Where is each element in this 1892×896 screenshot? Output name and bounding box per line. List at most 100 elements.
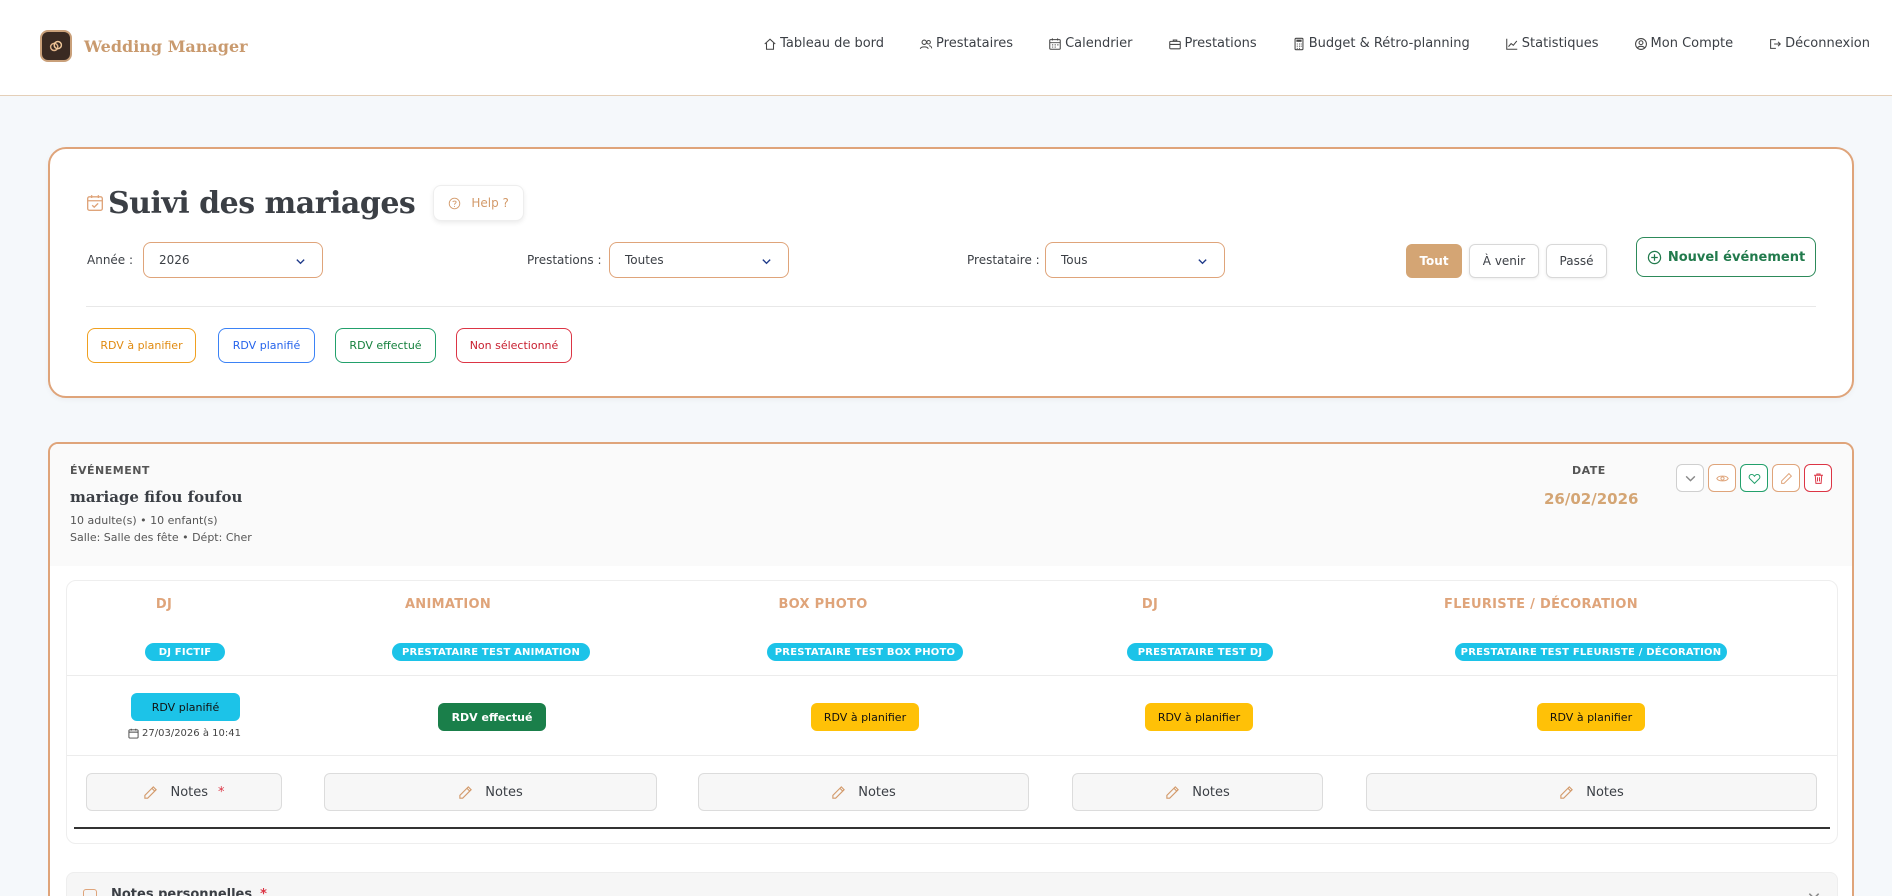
plus-circle-icon	[1647, 250, 1662, 264]
users-icon	[919, 39, 933, 49]
event-date: 26/02/2026	[1544, 490, 1639, 508]
column-header: DJ	[1141, 597, 1159, 612]
user-circle-icon	[1634, 37, 1647, 50]
row-divider	[67, 675, 1837, 676]
notes-button[interactable]: Notes *	[86, 773, 282, 811]
chevron-down-icon	[1685, 475, 1695, 482]
nav-label: Budget & Rétro-planning	[1308, 36, 1470, 51]
status-rdv-effectue[interactable]: RDV effectué	[438, 703, 546, 731]
edit-button[interactable]	[1772, 464, 1800, 492]
row-divider	[67, 755, 1837, 756]
view-button[interactable]	[1708, 464, 1736, 492]
nav-calendrier[interactable]: Calendrier	[1048, 36, 1133, 51]
new-event-button[interactable]: Nouvel événement	[1636, 237, 1816, 277]
nav-prestations[interactable]: Prestations	[1168, 36, 1257, 51]
brand[interactable]: Wedding Manager	[40, 30, 248, 62]
expand-button[interactable]	[1676, 464, 1704, 492]
page-title: Suivi des mariages	[108, 185, 416, 221]
nav-label: Prestations	[1184, 36, 1257, 51]
event-section-label: ÉVÉNEMENT	[70, 464, 150, 477]
notes-label: Notes	[858, 784, 896, 800]
period-a-venir-button[interactable]: À venir	[1469, 244, 1539, 278]
chevron-down-icon	[762, 259, 771, 265]
nav-tableau-de-bord[interactable]: Tableau de bord	[763, 36, 884, 51]
legend-non-selectionne: Non sélectionné	[456, 328, 572, 363]
help-label: Help ?	[471, 196, 509, 210]
status-rdv-a-planifier[interactable]: RDV à planifier	[1537, 703, 1645, 731]
date-label: DATE	[1572, 464, 1606, 477]
personal-notes-section[interactable]: Notes personnelles *	[66, 872, 1838, 896]
prestations-value: Toutes	[625, 253, 664, 267]
event-header: ÉVÉNEMENT mariage fifou foufou 10 adulte…	[50, 444, 1852, 566]
event-name: mariage fifou foufou	[70, 488, 243, 506]
column-header: ANIMATION	[404, 597, 492, 612]
provider-badge: DJ FICTIF	[145, 643, 225, 661]
legend-rdv-planifie: RDV planifié	[218, 328, 315, 363]
event-venue: Salle: Salle des fête • Dépt: Cher	[70, 531, 252, 544]
column-header: FLEURISTE / DÉCORATION	[1444, 597, 1638, 612]
year-value: 2026	[159, 253, 190, 267]
required-marker: *	[218, 784, 225, 800]
favorite-button[interactable]	[1740, 464, 1768, 492]
prestataire-select[interactable]: Tous	[1045, 242, 1225, 278]
pencil-icon	[1780, 472, 1792, 484]
prestations-select[interactable]: Toutes	[609, 242, 789, 278]
nav-prestataires[interactable]: Prestataires	[919, 36, 1013, 51]
pencil-icon	[459, 785, 473, 799]
event-card: ÉVÉNEMENT mariage fifou foufou 10 adulte…	[48, 442, 1854, 896]
provider-badge: PRESTATAIRE TEST FLEURISTE / DÉCORATION	[1455, 643, 1727, 661]
prestataire-value: Tous	[1061, 253, 1088, 267]
status-rdv-a-planifier[interactable]: RDV à planifier	[1145, 703, 1253, 731]
brand-name: Wedding Manager	[84, 36, 248, 56]
period-tout-button[interactable]: Tout	[1406, 244, 1462, 278]
nav-budget[interactable]: Budget & Rétro-planning	[1292, 36, 1470, 51]
period-passe-button[interactable]: Passé	[1546, 244, 1607, 278]
notes-label: Notes	[170, 784, 209, 800]
status-rdv-a-planifier[interactable]: RDV à planifier	[811, 703, 919, 731]
title-row: Suivi des mariages Help ?	[86, 185, 524, 221]
question-circle-icon	[449, 197, 461, 209]
notes-button[interactable]: Notes	[1366, 773, 1817, 811]
notes-button[interactable]: Notes	[1072, 773, 1323, 811]
nav-deconnexion[interactable]: Déconnexion	[1768, 36, 1870, 51]
filter-panel: Suivi des mariages Help ? Année : 2026 P…	[48, 147, 1854, 398]
rdv-datetime: 27/03/2026 à 10:41	[128, 728, 241, 739]
nav-label: Calendrier	[1065, 36, 1133, 51]
status-rdv-planifie[interactable]: RDV planifié	[131, 693, 240, 721]
logout-icon	[1770, 38, 1782, 49]
prestations-table: DJ ANIMATION BOX PHOTO DJ FLEURISTE / DÉ…	[66, 580, 1838, 844]
notes-button[interactable]: Notes	[698, 773, 1029, 811]
delete-button[interactable]	[1804, 464, 1832, 492]
year-label: Année :	[87, 253, 134, 267]
new-event-label: Nouvel événement	[1667, 249, 1806, 265]
legend-rdv-effectue: RDV effectué	[335, 328, 436, 363]
nav-label: Prestataires	[936, 36, 1014, 51]
rdv-datetime-text: 27/03/2026 à 10:41	[142, 728, 241, 739]
legend-rdv-a-planifier: RDV à planifier	[87, 328, 196, 363]
column-header: BOX PHOTO	[778, 597, 868, 612]
provider-badge: PRESTATAIRE TEST DJ	[1127, 643, 1273, 661]
checkbox[interactable]	[83, 889, 97, 896]
provider-badge: PRESTATAIRE TEST BOX PHOTO	[767, 643, 963, 661]
calendar-icon	[128, 728, 139, 739]
wedding-rings-logo-icon	[40, 30, 72, 62]
eye-icon	[1715, 475, 1729, 481]
help-button[interactable]: Help ?	[433, 185, 524, 221]
year-select[interactable]: 2026	[143, 242, 323, 278]
pencil-icon	[832, 785, 846, 799]
table-bottom-border	[74, 827, 1830, 829]
nav-mon-compte[interactable]: Mon Compte	[1634, 36, 1734, 51]
notes-button[interactable]: Notes	[324, 773, 657, 811]
nav-statistiques[interactable]: Statistiques	[1505, 36, 1599, 51]
column-header: DJ	[155, 597, 173, 612]
divider	[86, 306, 1816, 307]
personal-notes-label: Notes personnelles *	[111, 887, 267, 896]
nav-label: Statistiques	[1521, 36, 1599, 51]
prestataire-label: Prestataire :	[967, 253, 1040, 267]
nav-label: Tableau de bord	[780, 36, 885, 51]
chart-line-icon	[1505, 38, 1518, 50]
notes-label: Notes	[1586, 784, 1624, 800]
chevron-down-icon[interactable]	[1807, 889, 1821, 896]
prestations-label: Prestations :	[527, 253, 602, 267]
nav-label: Mon Compte	[1650, 36, 1734, 51]
